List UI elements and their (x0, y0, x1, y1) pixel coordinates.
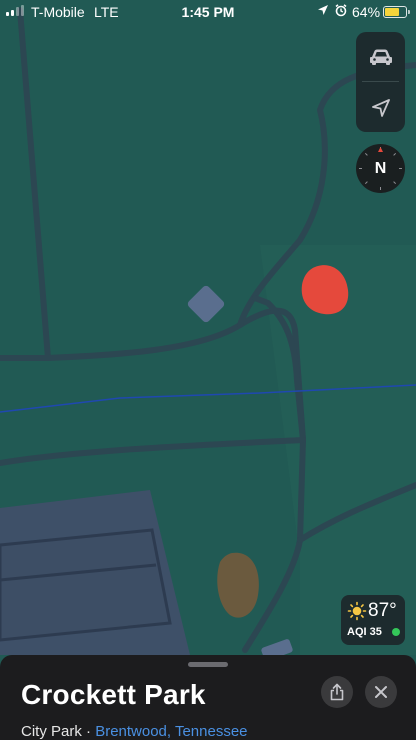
building (0, 528, 172, 642)
transport-mode-button[interactable] (356, 32, 405, 81)
compass-button[interactable]: N (356, 144, 405, 193)
locate-me-button[interactable] (356, 83, 405, 132)
close-button[interactable] (365, 676, 397, 708)
alarm-icon (335, 4, 347, 17)
location-arrow-icon (371, 98, 390, 117)
weather-temperature: 87° (368, 600, 397, 621)
place-title: Crockett Park (21, 679, 206, 710)
battery-level (385, 8, 400, 16)
weather-widget[interactable]: 87° AQI 35 (341, 595, 405, 645)
share-icon (330, 683, 344, 701)
aqi-status-dot (392, 628, 400, 636)
share-button[interactable] (321, 676, 353, 708)
sheet-grabber[interactable] (188, 662, 228, 667)
sun-icon (347, 601, 367, 621)
place-location-link[interactable]: Brentwood, Tennessee (95, 723, 247, 740)
status-bar: T-Mobile LTE 1:45 PM 64% (0, 0, 416, 24)
place-category: City Park (21, 723, 82, 740)
place-card[interactable]: Crockett Park City Park · Brentwood, Ten… (0, 655, 416, 740)
compass-north-label: N (374, 159, 387, 177)
air-quality-index: AQI 35 (347, 626, 382, 638)
battery-percent: 64% (352, 4, 381, 20)
map-controls (356, 32, 405, 132)
subtitle-separator: · (86, 723, 92, 740)
battery-icon (383, 6, 410, 18)
location-arrow-icon (318, 5, 328, 15)
place-subtitle: City Park · Brentwood, Tennessee (21, 723, 248, 740)
car-icon (369, 49, 392, 65)
close-icon (375, 686, 387, 698)
control-divider (362, 81, 399, 82)
